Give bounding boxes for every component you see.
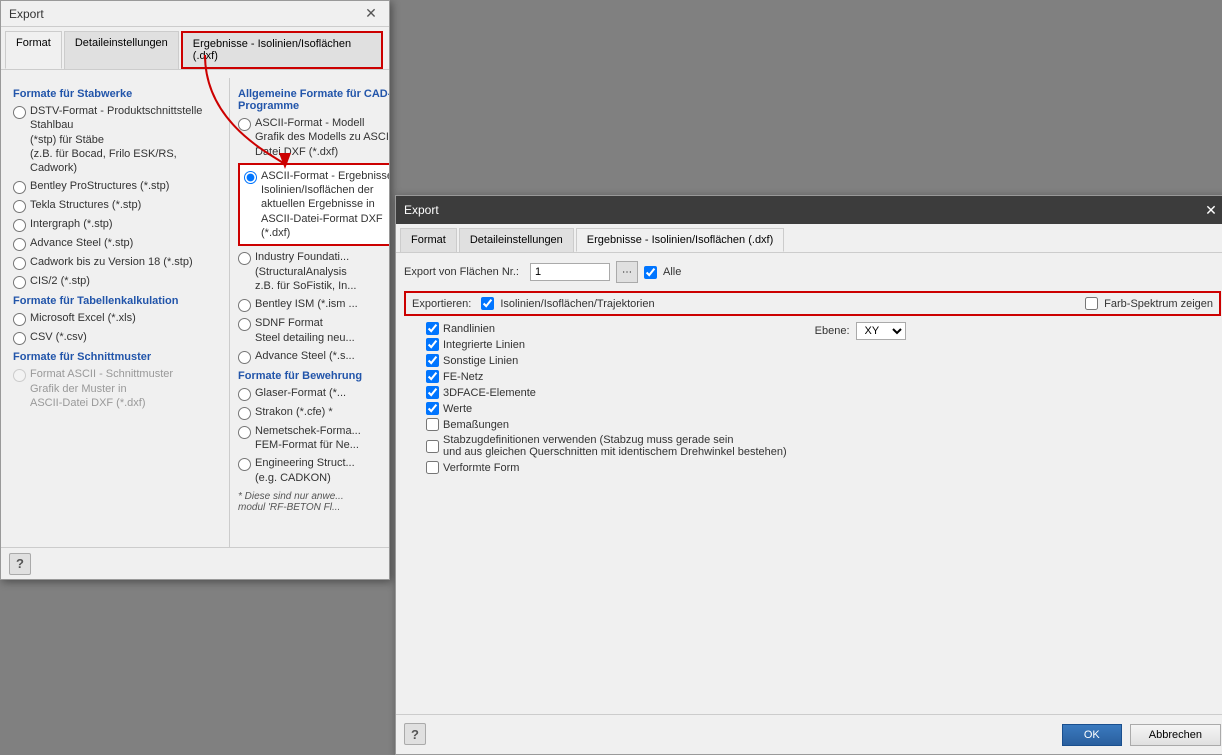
- 3dface-label: 3DFACE-Elemente: [443, 387, 536, 399]
- close-button-2[interactable]: ✕: [1201, 200, 1221, 220]
- radio-nemetschek[interactable]: Nemetschek-Forma...FEM-Format für Ne...: [238, 424, 389, 453]
- stabzug-row: Stabzugdefinitionen verwenden (Stabzug m…: [426, 434, 787, 458]
- werte-row: Werte: [426, 402, 787, 415]
- section-cad-title: Allgemeine Formate für CAD-Programme: [238, 88, 389, 112]
- sub-checkboxes: Randlinien Integrierte Linien Sonstige L…: [404, 322, 1221, 477]
- radio-dstv[interactable]: DSTV-Format - Produktschnittstelle Stahl…: [13, 104, 225, 175]
- verformte-checkbox[interactable]: [426, 461, 439, 474]
- help-button-2[interactable]: ?: [404, 723, 426, 745]
- radio-csv[interactable]: CSV (*.csv): [13, 330, 225, 345]
- exportieren-row: Exportieren: Isolinien/Isoflächen/Trajek…: [412, 297, 1213, 310]
- radio-ifc[interactable]: Industry Foundati...(StructuralAnalysisz…: [238, 250, 389, 293]
- radio-advance2[interactable]: Advance Steel (*.s...: [238, 349, 389, 364]
- tab-bar-1: Format Detaileinstellungen Ergebnisse - …: [1, 27, 389, 70]
- tab-detail-2[interactable]: Detaileinstellungen: [459, 228, 574, 252]
- fenetz-label: FE-Netz: [443, 371, 483, 383]
- export-form: Export von Flächen Nr.: ⋯ Alle Exportier…: [396, 253, 1222, 485]
- title-bar-1: Export ✕: [1, 1, 389, 27]
- radio-excel[interactable]: Microsoft Excel (*.xls): [13, 311, 225, 326]
- alle-label: Alle: [663, 266, 681, 278]
- sonstige-checkbox[interactable]: [426, 354, 439, 367]
- title-bar-2: Export ✕: [396, 196, 1222, 224]
- radio-advance1[interactable]: Advance Steel (*.stp): [13, 236, 225, 251]
- bemassungen-label: Bemaßungen: [443, 419, 509, 431]
- isolinien-checkbox[interactable]: [481, 297, 494, 310]
- section-schnitt-title: Formate für Schnittmuster: [13, 351, 225, 363]
- farb-label: Farb-Spektrum zeigen: [1104, 298, 1213, 310]
- note-text-1: * Diese sind nur anwe...modul 'RF-BETON …: [238, 491, 389, 513]
- werte-label: Werte: [443, 403, 472, 415]
- farb-checkbox[interactable]: [1085, 297, 1098, 310]
- 3dface-row: 3DFACE-Elemente: [426, 386, 787, 399]
- help-bar-1: ?: [1, 547, 389, 579]
- ebene-select[interactable]: XY XZ YZ: [856, 322, 906, 340]
- window1-title: Export: [9, 7, 44, 21]
- radio-cadwork[interactable]: Cadwork bis zu Version 18 (*.stp): [13, 255, 225, 270]
- alle-checkbox[interactable]: [644, 266, 657, 279]
- export-flaechen-input[interactable]: [530, 263, 610, 281]
- section-stabwerke-title: Formate für Stabwerke: [13, 88, 225, 100]
- close-button-1[interactable]: ✕: [361, 4, 381, 24]
- isolinien-label: Isolinien/Isoflächen/Trajektorien: [500, 298, 654, 310]
- radio-ascii-schnitt[interactable]: Format ASCII - SchnittmusterGrafik der M…: [13, 367, 225, 410]
- section-bewehrung-title: Formate für Bewehrung: [238, 370, 389, 382]
- sonstige-row: Sonstige Linien: [426, 354, 787, 367]
- radio-sdnf[interactable]: SDNF FormatSteel detailing neu...: [238, 316, 389, 345]
- radio-ascii-modell[interactable]: ASCII-Format - ModellGrafik des Modells …: [238, 116, 389, 159]
- radio-glaser[interactable]: Glaser-Format (*...: [238, 386, 389, 401]
- export-window-2: Export ✕ Format Detaileinstellungen Erge…: [395, 195, 1222, 755]
- section-tabelle-title: Formate für Tabellenkalkulation: [13, 295, 225, 307]
- help-button-1[interactable]: ?: [9, 553, 31, 575]
- radio-ascii-ergebnisse[interactable]: ASCII-Format - ErgebnisseIsolinien/Isofl…: [238, 163, 389, 246]
- stabzug-label: Stabzugdefinitionen verwenden (Stabzug m…: [443, 434, 787, 458]
- randlinien-label: Randlinien: [443, 323, 495, 335]
- radio-strakon[interactable]: Strakon (*.cfe) *: [238, 405, 389, 420]
- fenetz-row: FE-Netz: [426, 370, 787, 383]
- tab-bar-2: Format Detaileinstellungen Ergebnisse - …: [396, 224, 1222, 253]
- bemassungen-row: Bemaßungen: [426, 418, 787, 431]
- export-flaechen-row: Export von Flächen Nr.: ⋯ Alle: [404, 261, 1221, 283]
- verformte-label: Verformte Form: [443, 462, 519, 474]
- 3dface-checkbox[interactable]: [426, 386, 439, 399]
- tab-ergebnisse-1[interactable]: Ergebnisse - Isolinien/Isoflächen (.dxf): [181, 31, 383, 69]
- tab-ergebnisse-2[interactable]: Ergebnisse - Isolinien/Isoflächen (.dxf): [576, 228, 784, 252]
- integrierte-row: Integrierte Linien: [426, 338, 787, 351]
- radio-bentley-pro[interactable]: Bentley ProStructures (*.stp): [13, 179, 225, 194]
- randlinien-row: Randlinien: [426, 322, 787, 335]
- radio-intergraph[interactable]: Intergraph (*.stp): [13, 217, 225, 232]
- export-select-btn[interactable]: ⋯: [616, 261, 638, 283]
- radio-bentley-ism[interactable]: Bentley ISM (*.ism ...: [238, 297, 389, 312]
- exportieren-section: Exportieren: Isolinien/Isoflächen/Trajek…: [404, 291, 1221, 316]
- radio-tekla1[interactable]: Tekla Structures (*.stp): [13, 198, 225, 213]
- export-window-1: Export ✕ Format Detaileinstellungen Erge…: [0, 0, 390, 580]
- fenetz-checkbox[interactable]: [426, 370, 439, 383]
- window2-title: Export: [404, 203, 439, 217]
- tab-detail-1[interactable]: Detaileinstellungen: [64, 31, 179, 69]
- verformte-row: Verformte Form: [426, 461, 787, 474]
- bottom-bar-2: ? OK Abbrechen: [396, 714, 1222, 754]
- sonstige-label: Sonstige Linien: [443, 355, 518, 367]
- randlinien-checkbox[interactable]: [426, 322, 439, 335]
- integrierte-label: Integrierte Linien: [443, 339, 525, 351]
- ebene-label: Ebene:: [815, 325, 850, 337]
- tab-format-2[interactable]: Format: [400, 228, 457, 252]
- bemassungen-checkbox[interactable]: [426, 418, 439, 431]
- werte-checkbox[interactable]: [426, 402, 439, 415]
- stabzug-checkbox[interactable]: [426, 440, 439, 453]
- integrierte-checkbox[interactable]: [426, 338, 439, 351]
- abbrechen-button[interactable]: Abbrechen: [1130, 724, 1221, 746]
- ebene-row: Ebene: XY XZ YZ: [815, 322, 906, 340]
- ok-button[interactable]: OK: [1062, 724, 1122, 746]
- radio-engineering[interactable]: Engineering Struct...(e.g. CADKON): [238, 456, 389, 485]
- tab-format-1[interactable]: Format: [5, 31, 62, 69]
- export-flaechen-label: Export von Flächen Nr.:: [404, 266, 524, 278]
- exportieren-label: Exportieren:: [412, 298, 471, 310]
- radio-cis2[interactable]: CIS/2 (*.stp): [13, 274, 225, 289]
